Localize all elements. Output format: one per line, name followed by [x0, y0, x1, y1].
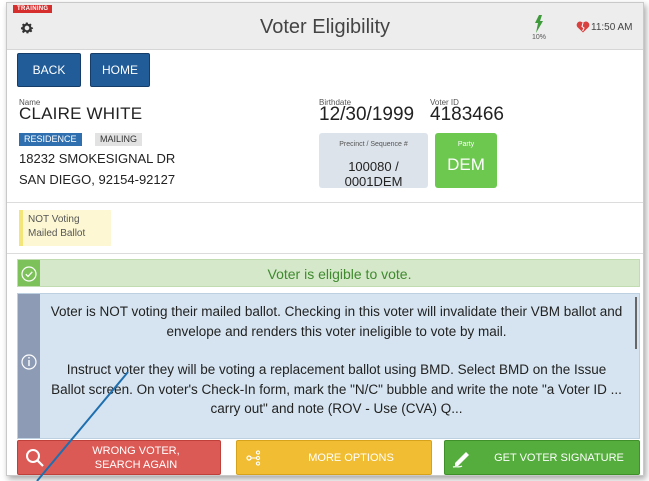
home-button[interactable]: HOME — [90, 53, 150, 87]
get-signature-label: GET VOTER SIGNATURE — [494, 451, 624, 464]
divider — [7, 202, 643, 203]
precinct-label: Precinct / Sequence # — [339, 141, 408, 148]
party-label: Party — [457, 141, 475, 148]
training-badge: TRAINING — [13, 5, 53, 13]
tab-residence[interactable]: RESIDENCE — [19, 133, 82, 146]
heart-icon — [576, 21, 590, 33]
voter-name: CLAIRE WHITE — [19, 104, 143, 123]
more-options-button[interactable]: MORE OPTIONS — [236, 440, 432, 475]
pen-icon — [452, 451, 469, 468]
eligibility-icon-strip — [18, 260, 40, 286]
status-badge: NOT Voting Mailed Ballot — [19, 210, 111, 246]
eligibility-message: Voter is eligible to vote. — [267, 266, 412, 282]
back-button[interactable]: BACK — [17, 53, 81, 87]
info-text: Voter is NOT voting their mailed ballot.… — [48, 302, 625, 438]
status-line-1: NOT Voting — [28, 214, 80, 225]
check-circle-icon — [21, 266, 37, 282]
wrong-voter-line-1: WRONG VOTER, — [92, 444, 180, 457]
party-value: DEM — [447, 155, 485, 174]
party-box: Party DEM — [435, 133, 497, 188]
voterid-value: 4183466 — [430, 104, 504, 125]
header-bar: TRAINING Voter Eligibility 10% 11:50 AM — [7, 3, 643, 50]
search-icon — [26, 448, 44, 467]
tab-mailing[interactable]: MAILING — [95, 133, 143, 146]
get-signature-button[interactable]: GET VOTER SIGNATURE — [444, 440, 640, 475]
info-paragraph-2: Instruct voter they will be voting a rep… — [51, 362, 622, 416]
battery-icon — [535, 15, 543, 33]
info-paragraph-1: Voter is NOT voting their mailed ballot.… — [50, 304, 623, 339]
precinct-value: 100080 / 0001DEM — [344, 159, 403, 189]
more-options-label: MORE OPTIONS — [308, 451, 394, 464]
info-panel[interactable]: Voter is NOT voting their mailed ballot.… — [17, 293, 640, 439]
address-line-2: SAN DIEGO, 92154-92127 — [19, 172, 176, 187]
app-window: TRAINING Voter Eligibility 10% 11:50 AM … — [6, 2, 644, 476]
eligibility-banner: Voter is eligible to vote. — [17, 259, 640, 287]
address-line-1: 18232 SMOKESIGNAL DR — [19, 151, 176, 166]
status-line-2: Mailed Ballot — [28, 228, 86, 239]
options-icon — [246, 449, 261, 466]
divider — [7, 253, 643, 254]
wrong-voter-button[interactable]: WRONG VOTER, SEARCH AGAIN — [17, 440, 221, 475]
info-icon-strip — [18, 294, 40, 438]
battery-percent: 10% — [531, 34, 546, 41]
precinct-box: Precinct / Sequence # 100080 / 0001DEM — [319, 133, 428, 189]
clock: 11:50 AM — [591, 22, 633, 33]
info-icon — [21, 354, 37, 370]
birthdate-value: 12/30/1999 — [319, 104, 415, 125]
wrong-voter-line-2: SEARCH AGAIN — [94, 458, 178, 471]
wrong-voter-label: WRONG VOTER, SEARCH AGAIN — [52, 444, 220, 472]
scrollbar[interactable] — [635, 297, 637, 349]
